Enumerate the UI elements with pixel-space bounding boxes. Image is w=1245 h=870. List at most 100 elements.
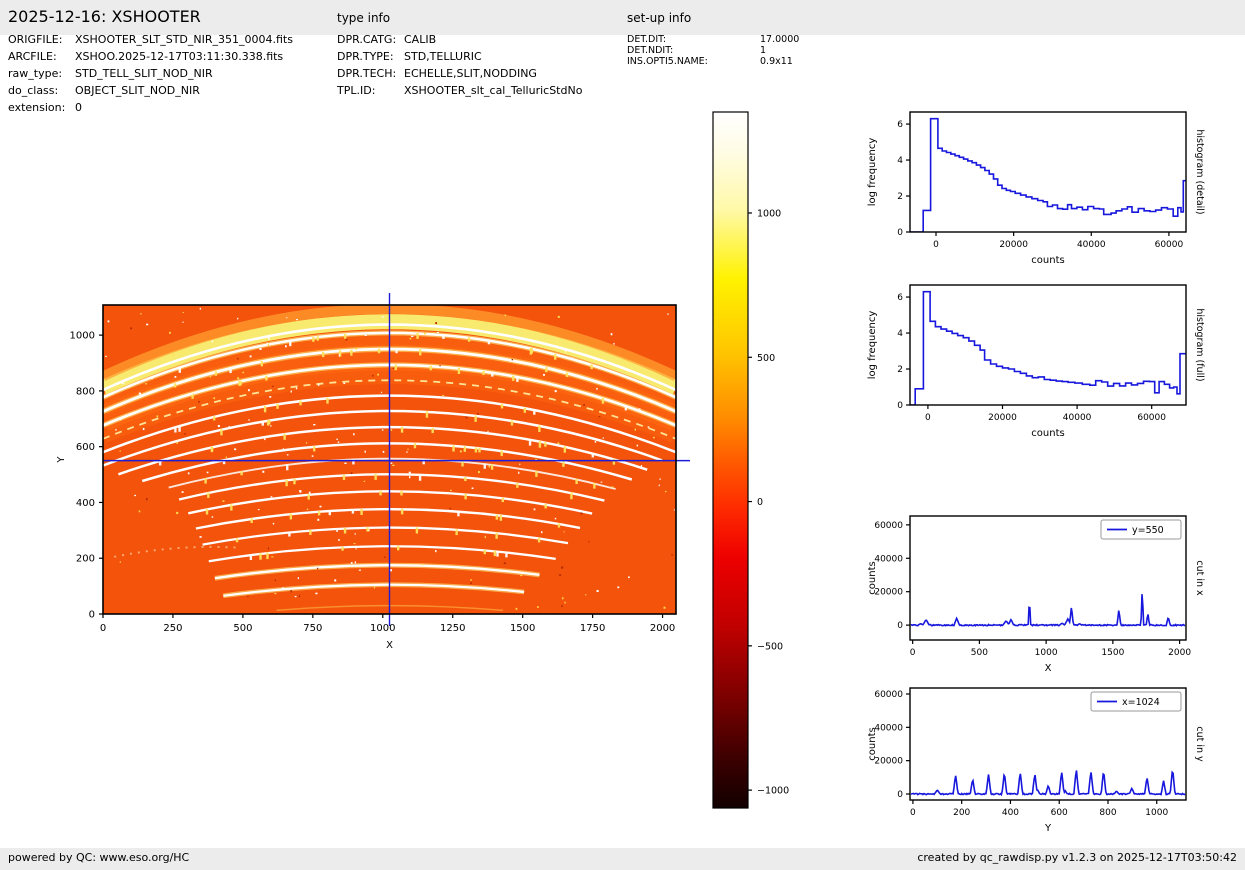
svg-text:0: 0 — [897, 228, 903, 238]
field-label: ORIGFILE: — [8, 33, 63, 46]
svg-text:40000: 40000 — [1063, 413, 1092, 423]
svg-text:400: 400 — [1002, 808, 1019, 818]
svg-text:0: 0 — [910, 648, 916, 658]
svg-text:Y: Y — [56, 456, 67, 464]
setup-info-row: DET.NDIT: 1 — [627, 45, 766, 56]
field-value: CALIB — [404, 33, 437, 46]
svg-text:histogram (full): histogram (full) — [1194, 308, 1205, 381]
svg-text:60000: 60000 — [874, 521, 903, 531]
svg-text:40000: 40000 — [1077, 240, 1106, 250]
svg-text:log frequency: log frequency — [867, 138, 878, 207]
svg-text:histogram (detail): histogram (detail) — [1194, 129, 1205, 214]
field-value: STD_TELL_SLIT_NOD_NIR — [75, 67, 213, 80]
file-info-row: ARCFILE: XSHOO.2025-12-17T03:11:30.338.fi… — [8, 50, 283, 63]
svg-text:1750: 1750 — [580, 623, 605, 634]
file-info-row: raw_type: STD_TELL_SLIT_NOD_NIR — [8, 67, 213, 80]
svg-text:200: 200 — [76, 554, 95, 565]
field-label: extension: — [8, 101, 66, 114]
field-label: raw_type: — [8, 67, 63, 80]
svg-text:X: X — [386, 640, 393, 651]
svg-text:4: 4 — [897, 156, 903, 166]
svg-text:4: 4 — [897, 329, 903, 339]
svg-text:log frequency: log frequency — [867, 311, 878, 380]
svg-text:0: 0 — [897, 790, 903, 800]
field-value: 17.0000 — [760, 34, 800, 45]
field-label: DPR.TYPE: — [337, 50, 394, 63]
cut-in-x-plot: 0 500 1000 1500 20000200004000060000Xcounts c… — [867, 515, 1205, 674]
field-value: 0.9x11 — [760, 56, 793, 67]
field-value: XSHOOTER_slt_cal_TelluricStdNo — [404, 84, 583, 97]
cut-in-y-plot: 0 200 400 600 800 1000 0 20000 40000 60000 Ycounts… — [867, 687, 1205, 834]
svg-text:Y: Y — [1044, 823, 1052, 834]
page-title: 2025-12-16: XSHOOTER — [8, 7, 201, 26]
svg-text:0: 0 — [89, 610, 95, 621]
setup-info-heading: set-up info — [627, 11, 692, 25]
svg-text:y=550: y=550 — [1132, 525, 1164, 536]
svg-text:500: 500 — [233, 623, 252, 634]
field-label: DET.DIT: — [627, 34, 667, 45]
svg-text:600: 600 — [76, 442, 95, 453]
field-label: INS.OPTI5.NAME: — [627, 56, 708, 67]
raw-image-plot: 0 250 500 750 1000 1250 1500 1750 2000 0 200 400 600… — [56, 293, 690, 651]
svg-text:200: 200 — [953, 808, 970, 818]
svg-text:0: 0 — [933, 240, 939, 250]
field-value: OBJECT_SLIT_NOD_NIR — [75, 84, 200, 97]
svg-text:60000: 60000 — [1137, 413, 1166, 423]
field-value: STD,TELLURIC — [404, 50, 482, 63]
svg-text:0: 0 — [757, 497, 763, 508]
file-info-row: extension: 0 — [8, 101, 82, 114]
field-value: XSHOO.2025-12-17T03:11:30.338.fits — [75, 50, 284, 63]
svg-text:6: 6 — [897, 120, 903, 130]
svg-text:500: 500 — [971, 648, 988, 658]
field-value: 1 — [760, 45, 767, 56]
type-info-row: TPL.ID: XSHOOTER_slt_cal_TelluricStdNo — [337, 84, 582, 97]
file-info-row: do_class: OBJECT_SLIT_NOD_NIR — [8, 84, 200, 97]
svg-text:1000: 1000 — [370, 623, 395, 634]
svg-text:1000: 1000 — [1035, 648, 1058, 658]
svg-text:0: 0 — [897, 401, 903, 411]
svg-text:40000: 40000 — [874, 554, 903, 564]
svg-text:2: 2 — [897, 192, 903, 202]
svg-text:400: 400 — [76, 498, 95, 509]
svg-text:20000: 20000 — [988, 413, 1017, 423]
svg-text:60000: 60000 — [874, 690, 903, 700]
setup-info-row: DET.DIT: 17.0000 — [627, 34, 799, 45]
svg-text:counts: counts — [1031, 428, 1064, 439]
histogram-detail-plot: 0 20000 40000 60000 0 2 4 6 counts log frequency h… — [867, 111, 1205, 266]
svg-text:40000: 40000 — [874, 723, 903, 733]
svg-text:0: 0 — [897, 621, 903, 631]
svg-text:cut in y: cut in y — [1194, 726, 1205, 762]
svg-text:1250: 1250 — [440, 623, 465, 634]
svg-text:800: 800 — [1099, 808, 1116, 818]
svg-text:800: 800 — [76, 386, 95, 397]
colorbar: 1000 500 0 −500 −1000 — [712, 111, 789, 809]
field-value: 0 — [75, 101, 82, 114]
type-info-row: DPR.TYPE: STD,TELLURIC — [337, 50, 482, 63]
type-info-row: DPR.TECH: ECHELLE,SLIT,NODDING — [337, 67, 537, 80]
svg-text:2000: 2000 — [650, 623, 675, 634]
type-info-row: DPR.CATG: CALIB — [337, 33, 436, 46]
svg-text:60000: 60000 — [1155, 240, 1184, 250]
field-label: DPR.TECH: — [337, 67, 397, 80]
svg-text:1000: 1000 — [1145, 808, 1168, 818]
svg-text:20000: 20000 — [874, 588, 903, 598]
svg-text:750: 750 — [303, 623, 322, 634]
svg-text:6: 6 — [897, 293, 903, 303]
svg-text:counts: counts — [867, 561, 878, 594]
svg-text:1500: 1500 — [1101, 648, 1124, 658]
svg-text:1500: 1500 — [510, 623, 535, 634]
svg-text:−500: −500 — [757, 641, 783, 652]
field-label: DPR.CATG: — [337, 33, 397, 46]
svg-text:1000: 1000 — [757, 208, 781, 219]
svg-text:counts: counts — [1031, 255, 1064, 266]
file-info-row: ORIGFILE: XSHOOTER_SLT_STD_NIR_351_0004.f… — [8, 33, 293, 46]
svg-text:500: 500 — [757, 353, 775, 364]
svg-text:cut in x: cut in x — [1194, 560, 1205, 596]
svg-text:20000: 20000 — [874, 757, 903, 767]
svg-text:2: 2 — [897, 365, 903, 375]
svg-text:2000: 2000 — [1168, 648, 1191, 658]
setup-info-row: INS.OPTI5.NAME: 0.9x11 — [627, 56, 793, 67]
footer-powered-by: powered by QC: www.eso.org/HC — [8, 851, 190, 864]
type-info-heading: type info — [337, 11, 391, 25]
svg-text:x=1024: x=1024 — [1122, 697, 1160, 708]
